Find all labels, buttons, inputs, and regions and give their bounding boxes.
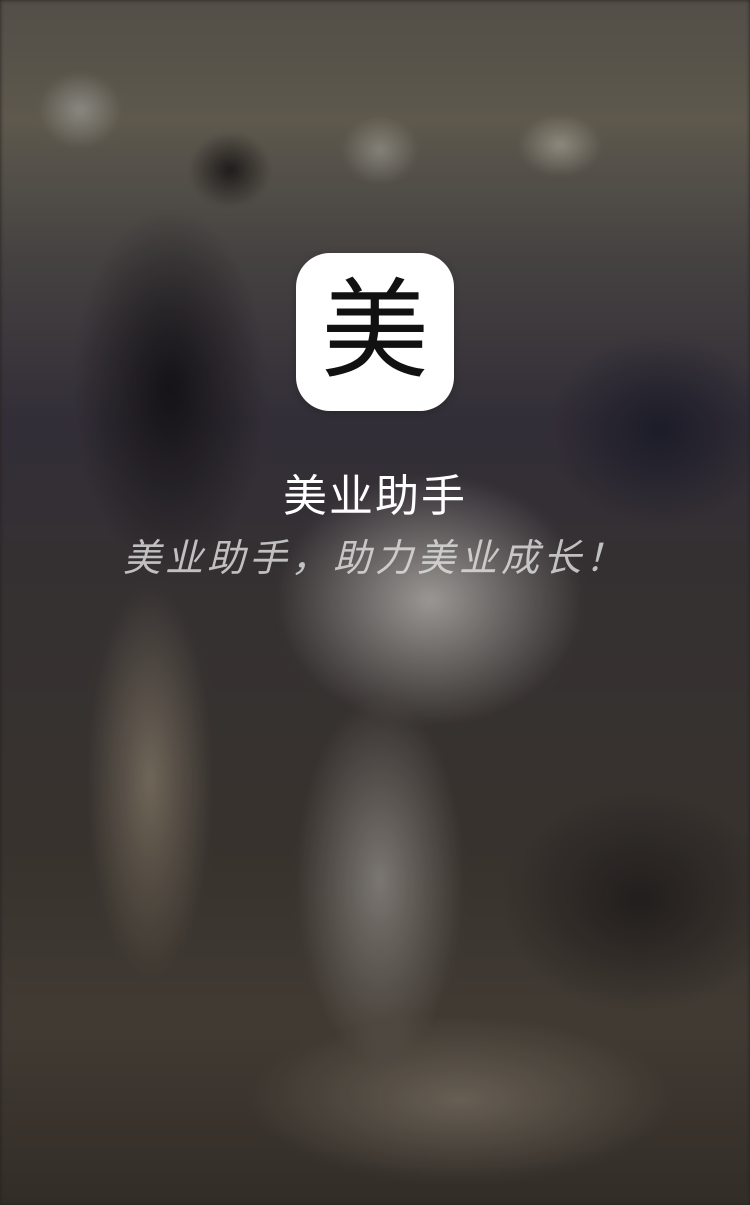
splash-screen: 美 美业助手 美业助手，助力美业成长！	[0, 0, 750, 1205]
app-logo-glyph: 美	[320, 269, 429, 394]
app-slogan: 美业助手，助力美业成长！	[122, 536, 627, 580]
app-logo-icon: 美	[296, 253, 454, 411]
splash-content: 美 美业助手 美业助手，助力美业成长！	[0, 0, 750, 1205]
app-title: 美业助手	[283, 471, 467, 522]
